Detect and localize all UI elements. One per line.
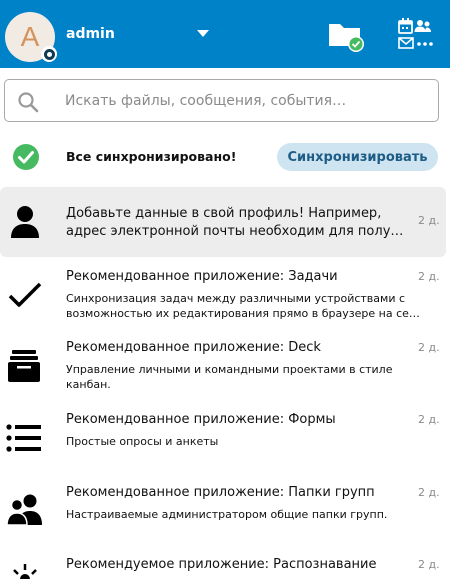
activity-subline2: канбан.	[66, 378, 111, 391]
activity-subline1: Управление личными и командными проектам…	[66, 363, 393, 376]
activity-title: Рекомендованное приложение: Deck	[66, 340, 321, 355]
unified-search-field[interactable]	[4, 79, 439, 122]
activity-item[interactable]: Рекомендуемое приложение: Распознавание …	[0, 550, 446, 579]
search-icon	[18, 92, 39, 113]
local-folder-synced-icon[interactable]	[326, 18, 366, 52]
activity-subline2: возможностью их редактирования прямо в б…	[66, 307, 426, 320]
status-indicator-icon	[41, 46, 57, 62]
sync-now-button[interactable]: Синхронизировать	[277, 143, 438, 171]
nextcloud-desktop-window: A admin Искать файлы, сообщения, события…	[0, 0, 450, 579]
apps-menu-icon[interactable]	[396, 17, 436, 51]
checkmark-icon	[8, 282, 42, 307]
activity-item[interactable]: Рекомендованное приложение: Deck Управле…	[0, 333, 446, 401]
activity-time: 2 д.	[418, 270, 440, 283]
activity-subline1: Простые опросы и анкеты	[66, 435, 219, 448]
avatar-initial: A	[20, 21, 40, 52]
recognize-icon	[13, 564, 37, 579]
username-label[interactable]: admin	[66, 26, 115, 42]
activity-time: 2 д.	[418, 214, 440, 227]
deck-icon	[8, 350, 40, 382]
activity-item[interactable]: Рекомендованное приложение: Формы Просты…	[0, 405, 446, 471]
activity-time: 2 д.	[418, 341, 440, 354]
activity-subline1: Синхронизация задач между различными уст…	[66, 292, 406, 305]
search-input[interactable]	[65, 80, 425, 121]
sync-status-row: Все синхронизировано! Синхронизировать	[0, 136, 450, 176]
header-bar: A admin	[0, 0, 450, 68]
activity-title: Рекомендованное приложение: Формы	[66, 412, 336, 427]
sync-ok-icon	[13, 144, 39, 170]
activity-time: 2 д.	[418, 486, 440, 499]
activity-item[interactable]: Рекомендованное приложение: Папки групп …	[0, 478, 446, 544]
activity-title: Рекомендуемое приложение: Распознавание	[66, 557, 377, 572]
activity-time: 2 д.	[418, 558, 440, 571]
activity-item[interactable]: Добавьте данные в свой профиль! Например…	[0, 187, 446, 257]
chevron-down-icon[interactable]	[197, 30, 209, 38]
activity-title-line1: Добавьте данные в свой профиль! Например…	[66, 206, 382, 221]
group-icon	[6, 494, 42, 526]
activity-title: Рекомендованное приложение: Задачи	[66, 269, 338, 284]
activity-item[interactable]: Рекомендованное приложение: Задачи Синхр…	[0, 262, 446, 330]
activity-subline1: Настраиваемые администратором общие папк…	[66, 508, 388, 521]
sync-status-text: Все синхронизировано!	[66, 149, 237, 164]
user-avatar[interactable]: A	[5, 12, 57, 62]
list-icon	[6, 424, 41, 452]
activity-title: Рекомендованное приложение: Папки групп	[66, 485, 375, 500]
activity-title-line2: адрес электронной почты необходим для по…	[66, 224, 404, 239]
user-icon	[11, 206, 39, 238]
activity-time: 2 д.	[418, 413, 440, 426]
